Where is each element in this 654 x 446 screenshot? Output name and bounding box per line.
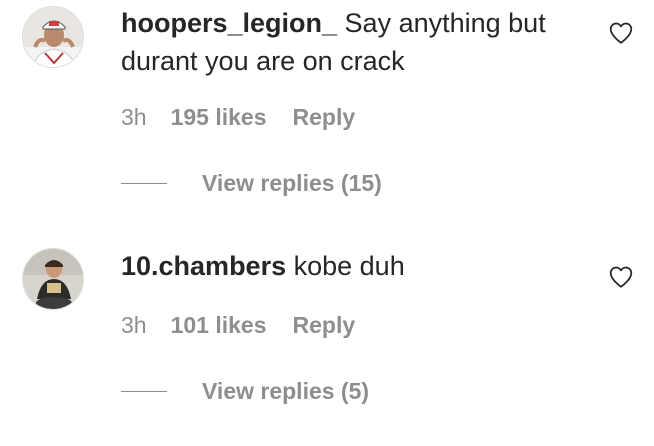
comment-timestamp: 3h xyxy=(121,312,147,338)
comment-timestamp: 3h xyxy=(121,104,147,130)
replies-divider xyxy=(121,183,167,184)
comment-body: kobe duh xyxy=(286,251,405,281)
reply-button[interactable]: Reply xyxy=(293,312,356,339)
comment-meta: 3h 195 likes Reply xyxy=(121,104,355,131)
heart-outline-icon[interactable] xyxy=(608,20,634,46)
avatar[interactable] xyxy=(22,6,84,68)
comment-username[interactable]: hoopers_legion_ xyxy=(121,8,337,38)
heart-outline-icon[interactable] xyxy=(608,264,634,290)
likes-count[interactable]: 101 likes xyxy=(171,312,267,339)
replies-divider xyxy=(121,391,167,392)
likes-count[interactable]: 195 likes xyxy=(171,104,267,131)
view-replies-label: View replies (15) xyxy=(202,170,382,196)
avatar[interactable] xyxy=(22,248,84,310)
comment-text: hoopers_legion_ Say anything but durant … xyxy=(121,4,591,80)
comment-meta: 3h 101 likes Reply xyxy=(121,312,355,339)
comment-username[interactable]: 10.chambers xyxy=(121,251,286,281)
view-replies-label: View replies (5) xyxy=(202,378,370,404)
view-replies-button[interactable]: View replies (15) xyxy=(121,170,382,197)
reply-button[interactable]: Reply xyxy=(293,104,356,131)
view-replies-button[interactable]: View replies (5) xyxy=(121,378,369,405)
comment-text: 10.chambers kobe duh xyxy=(121,247,591,285)
